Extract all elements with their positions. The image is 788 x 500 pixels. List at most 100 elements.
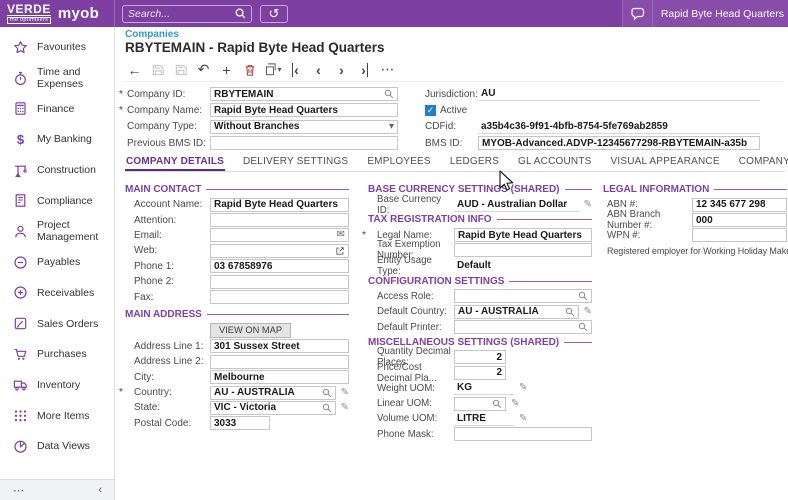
tab-company-details[interactable]: COMPANY DETAILS xyxy=(125,152,226,171)
refresh-button[interactable]: ↺ xyxy=(260,4,288,23)
add-button[interactable]: + xyxy=(215,60,238,80)
company-name-field[interactable]: Rapid Byte Head Quarters xyxy=(210,103,398,118)
sidebar-item-payables[interactable]: Payables xyxy=(0,247,114,278)
legal-name-field[interactable]: Rapid Byte Head Quarters xyxy=(454,228,592,243)
web-field[interactable] xyxy=(210,243,349,258)
postal-code-label: Postal Code: xyxy=(134,417,192,429)
edit-icon[interactable]: ✎ xyxy=(584,199,592,210)
sidebar-item-construction[interactable]: Construction xyxy=(0,155,114,186)
tax-exemption-field[interactable] xyxy=(454,243,592,258)
address-line2-label: Address Line 2: xyxy=(134,356,204,368)
sidebar-collapse-button[interactable]: ‹ xyxy=(98,484,102,496)
tab-visual-appearance[interactable]: VISUAL APPEARANCE xyxy=(610,152,721,171)
abn-field[interactable]: 12 345 677 298 xyxy=(692,197,787,212)
account-name-field[interactable]: Rapid Byte Head Quarters xyxy=(210,197,349,212)
minus-circle-icon xyxy=(14,256,27,269)
brand-logo[interactable]: VERDE the optimisers myob xyxy=(0,0,115,27)
sidebar-item-inventory[interactable]: Inventory xyxy=(0,370,114,401)
lookup-icon[interactable] xyxy=(492,399,502,409)
first-record-button[interactable]: ‹ xyxy=(284,60,307,80)
lookup-icon[interactable] xyxy=(578,322,588,332)
phone-mask-field[interactable] xyxy=(454,427,592,442)
tab-company-groups[interactable]: COMPANY GROUPS xyxy=(738,152,788,171)
email-field[interactable]: ✉ xyxy=(210,228,349,243)
previous-bms-id-field[interactable] xyxy=(210,136,398,151)
city-field[interactable]: Melbourne xyxy=(210,370,349,385)
page-title: RBYTEMAIN - Rapid Byte Head Quarters xyxy=(125,40,385,55)
country-field[interactable]: AU - AUSTRALIA xyxy=(210,385,336,400)
company-type-dropdown[interactable]: Without Branches ▾ xyxy=(210,119,398,134)
postal-code-field[interactable]: 3033 xyxy=(210,416,270,431)
edit-icon[interactable]: ✎ xyxy=(511,398,519,409)
sidebar-item-purchases[interactable]: Purchases xyxy=(0,339,114,370)
search-input[interactable]: Search... xyxy=(122,4,252,23)
previous-record-button[interactable]: ‹ xyxy=(307,60,330,80)
edit-icon[interactable]: ✎ xyxy=(584,306,592,317)
tenant-name[interactable]: Rapid Byte Head Quarters xyxy=(653,8,788,20)
edit-icon[interactable]: ✎ xyxy=(519,383,527,393)
company-id-label: Company ID: xyxy=(119,89,210,100)
sidebar-item-finance[interactable]: Finance xyxy=(0,93,114,124)
lookup-icon[interactable] xyxy=(578,291,588,301)
copy-button[interactable]: ▾ xyxy=(261,60,284,80)
state-field[interactable]: VIC - Victoria xyxy=(210,400,336,415)
main-contact-column: MAIN CONTACT Account Name: Rapid Byte He… xyxy=(119,182,349,431)
city-label: City: xyxy=(134,371,154,383)
sidebar-item-project-management[interactable]: Project Management xyxy=(0,216,114,247)
sidebar-item-data-views[interactable]: Data Views xyxy=(0,431,114,462)
company-id-field[interactable]: RBYTEMAIN xyxy=(210,87,398,102)
abn-branch-field[interactable]: 000 xyxy=(692,213,787,228)
tab-employees[interactable]: EMPLOYEES xyxy=(366,152,432,171)
sidebar-item-compliance[interactable]: Compliance xyxy=(0,185,114,216)
more-actions-button[interactable]: ⋯ xyxy=(376,60,399,80)
default-country-field[interactable]: AU - AUSTRALIA xyxy=(454,304,579,319)
price-decimal-field[interactable]: 2 xyxy=(454,365,506,380)
edit-icon[interactable]: ✎ xyxy=(341,402,349,413)
email-label: Email: xyxy=(134,229,162,241)
sidebar-item-label: Receivables xyxy=(37,286,95,299)
save-close-button[interactable] xyxy=(146,60,169,80)
lookup-icon[interactable] xyxy=(565,307,575,317)
quantity-decimal-field[interactable]: 2 xyxy=(454,350,506,365)
address-line2-field[interactable] xyxy=(210,354,349,369)
active-checkbox[interactable]: ✓ xyxy=(425,104,436,116)
view-on-map-button[interactable]: VIEW ON MAP xyxy=(210,322,292,338)
tab-gl-accounts[interactable]: GL ACCOUNTS xyxy=(517,152,593,171)
wpn-field[interactable] xyxy=(692,228,787,243)
envelope-icon[interactable]: ✉ xyxy=(337,230,345,240)
fax-field[interactable] xyxy=(210,290,349,305)
sidebar-item-favourites[interactable]: Favourites xyxy=(0,32,114,63)
edit-icon[interactable]: ✎ xyxy=(341,387,349,398)
undo-button[interactable]: ↶ xyxy=(192,60,215,80)
save-button[interactable] xyxy=(169,60,192,80)
back-button[interactable]: ← xyxy=(123,60,146,80)
sidebar-item-receivables[interactable]: Receivables xyxy=(0,278,114,309)
address-line1-field[interactable]: 301 Sussex Street xyxy=(210,339,349,354)
tab-delivery-settings[interactable]: DELIVERY SETTINGS xyxy=(242,152,349,171)
lookup-icon[interactable] xyxy=(322,403,332,413)
crane-icon xyxy=(15,165,27,177)
next-record-button[interactable]: › xyxy=(330,60,353,80)
phone1-field[interactable]: 03 67858976 xyxy=(210,259,349,274)
attention-field[interactable] xyxy=(210,213,349,228)
breadcrumb[interactable]: Companies xyxy=(125,29,179,40)
access-role-field[interactable] xyxy=(454,289,592,304)
phone2-field[interactable] xyxy=(210,274,349,289)
last-record-button[interactable]: › xyxy=(353,60,376,80)
sidebar-item-sales-orders[interactable]: Sales Orders xyxy=(0,308,114,339)
linear-uom-field[interactable] xyxy=(454,396,506,411)
sidebar-item-my-banking[interactable]: $ My Banking xyxy=(0,124,114,155)
chat-button[interactable] xyxy=(621,0,653,27)
default-printer-field[interactable] xyxy=(454,320,592,335)
tab-ledgers[interactable]: LEDGERS xyxy=(449,152,500,171)
sidebar-more-button[interactable]: ⋯ xyxy=(13,484,24,497)
sidebar-item-time-and-expenses[interactable]: Time and Expenses xyxy=(0,63,114,94)
sidebar-item-more-items[interactable]: More Items xyxy=(0,400,114,431)
search-icon[interactable] xyxy=(235,8,246,19)
lookup-icon[interactable] xyxy=(322,388,332,398)
external-link-icon[interactable] xyxy=(335,246,345,256)
lookup-icon[interactable] xyxy=(384,89,394,99)
edit-icon[interactable]: ✎ xyxy=(519,413,527,424)
chevron-down-icon[interactable]: ▾ xyxy=(389,121,394,132)
delete-button[interactable] xyxy=(238,60,261,80)
